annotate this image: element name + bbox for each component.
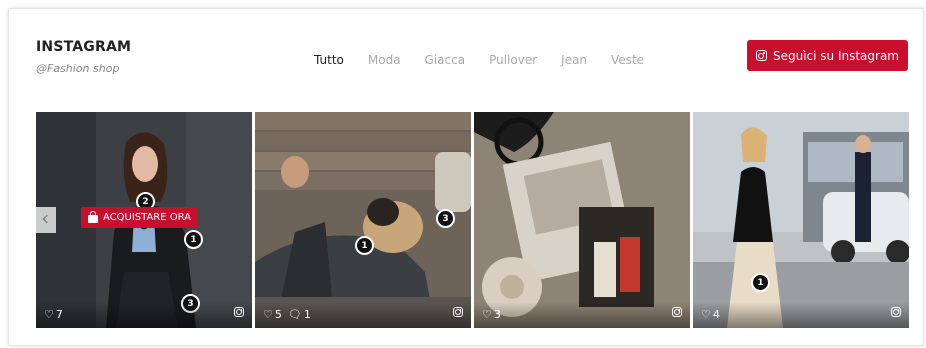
product-hotspot[interactable]: 1	[751, 273, 770, 292]
tile-instagram-link[interactable]	[234, 302, 244, 321]
tile-footer	[474, 302, 690, 328]
filter-tab-giacca[interactable]: Giacca	[425, 53, 466, 67]
filter-tabs: Tutto Moda Giacca Pullover Jean Veste	[314, 53, 644, 67]
brand-block: INSTAGRAM @Fashion shop	[36, 39, 131, 75]
tile-footer	[36, 302, 252, 328]
follow-button-label: Seguìci su Instagram	[772, 48, 899, 63]
shopping-bag-icon	[88, 210, 98, 223]
comment-icon: 🗨	[287, 308, 302, 321]
instagram-icon	[891, 307, 901, 317]
widget-subtitle: @Fashion shop	[36, 62, 120, 75]
follow-instagram-button[interactable]: Seguìci su Instagram	[746, 40, 908, 71]
product-hotspot[interactable]: 3	[436, 209, 455, 228]
heart-icon: ♡	[44, 308, 54, 321]
tile-instagram-link[interactable]	[672, 302, 682, 321]
comments-count: 🗨 1	[287, 308, 311, 321]
slider-prev-arrow[interactable]	[36, 207, 56, 233]
instagram-icon	[453, 307, 463, 317]
widget-title: INSTAGRAM	[36, 39, 132, 55]
heart-icon: ♡	[701, 308, 711, 321]
likes-count: ♡ 3	[482, 308, 501, 321]
likes-count: ♡ 4	[701, 308, 720, 321]
tile-stats: ♡ 4	[701, 308, 720, 321]
filter-tab-veste[interactable]: Veste	[611, 53, 644, 67]
instagram-widget: INSTAGRAM @Fashion shop Tutto Moda Giacc…	[8, 8, 924, 346]
tile-instagram-link[interactable]	[453, 302, 463, 321]
likes-count: ♡ 7	[44, 308, 63, 321]
tile-stats: ♡ 7	[44, 308, 63, 321]
filter-tab-tutto[interactable]: Tutto	[314, 53, 344, 67]
tile-instagram-link[interactable]	[891, 302, 901, 321]
photo-flatlay-accessories	[474, 112, 690, 328]
instagram-icon	[672, 307, 682, 317]
gallery-tile-2[interactable]: 1 3 ♡ 5 🗨 1	[255, 112, 471, 328]
filter-tab-jean[interactable]: Jean	[561, 53, 587, 67]
filter-tab-pullover[interactable]: Pullover	[489, 53, 537, 67]
likes-count: ♡ 5	[263, 308, 282, 321]
heart-icon: ♡	[482, 308, 492, 321]
tile-stats: ♡ 3	[482, 308, 501, 321]
tile-stats: ♡ 5 🗨 1	[263, 308, 311, 321]
filter-tab-moda[interactable]: Moda	[368, 53, 401, 67]
product-hotspot[interactable]: 1	[184, 230, 203, 249]
buy-now-label: ACQUISTARE ORA	[103, 212, 192, 223]
tile-footer	[693, 302, 909, 328]
instagram-icon	[755, 50, 767, 61]
heart-icon: ♡	[263, 308, 273, 321]
buy-now-button[interactable]: ACQUISTARE ORA	[81, 207, 199, 228]
product-hotspot[interactable]: 1	[355, 236, 374, 255]
instagram-icon	[234, 307, 244, 317]
gallery-tile-1[interactable]: 2 1 3 ACQUISTARE ORA ♡7	[36, 112, 252, 328]
gallery-tile-3[interactable]: ♡ 3	[474, 112, 690, 328]
photo-woman-street-black-dress	[693, 112, 909, 328]
gallery-tile-4[interactable]: 1 ♡ 4	[693, 112, 909, 328]
